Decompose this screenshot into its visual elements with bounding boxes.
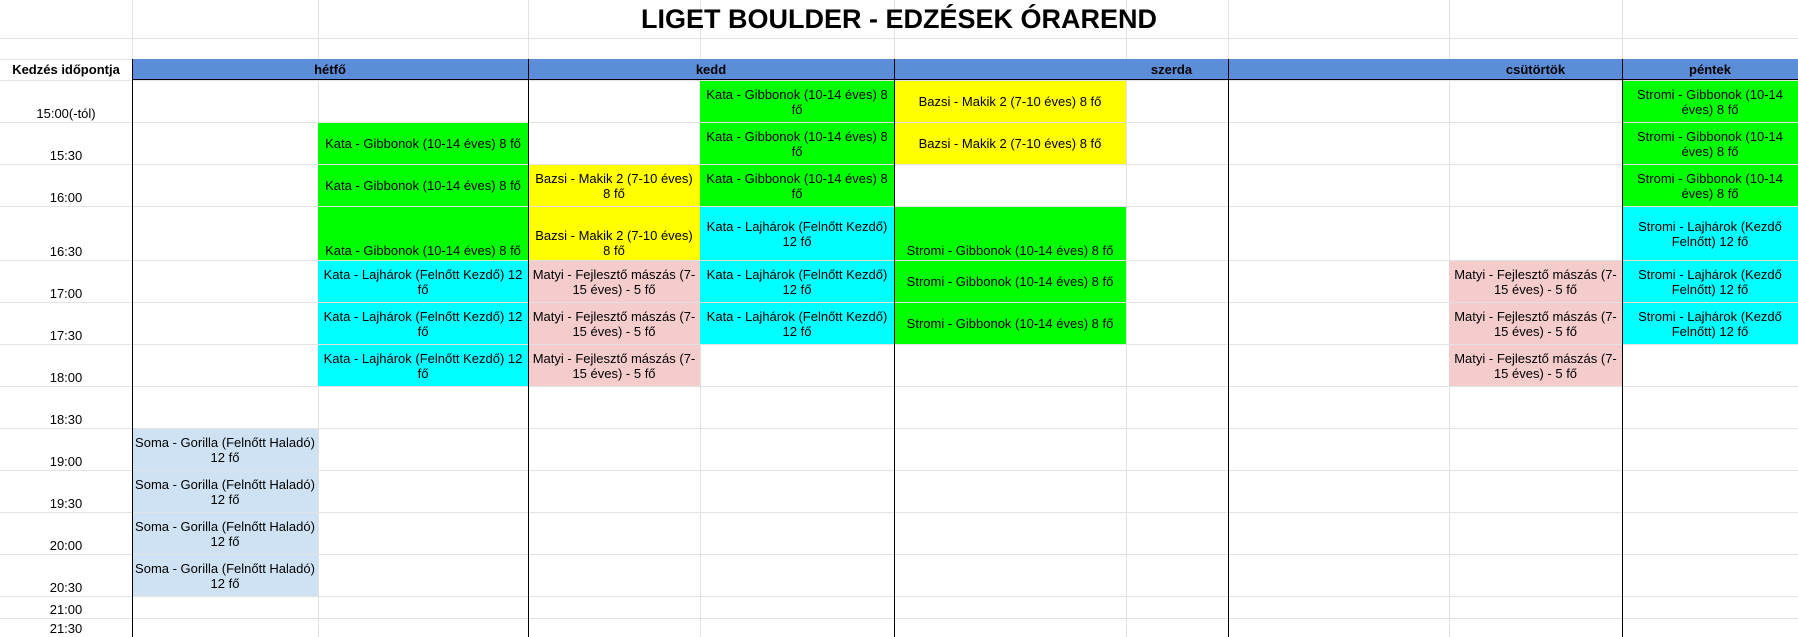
session-cell[interactable]: Soma - Gorilla (Felnőtt Haladó) 12 fő <box>132 429 318 470</box>
session-cell[interactable]: Kata - Lajhárok (Felnőtt Kezdő) 12 fő <box>318 345 528 386</box>
grid-hline <box>0 386 1798 387</box>
day-header-3: csütörtök <box>1449 59 1622 79</box>
time-label: 17:30 <box>49 328 83 343</box>
time-label: 15:00(-tól) <box>36 106 96 121</box>
time-label: 15:30 <box>49 148 83 163</box>
session-cell[interactable]: Kata - Gibbonok (10-14 éves) 8 fő <box>700 165 894 206</box>
session-cell[interactable]: Stromi - Gibbonok (10-14 éves) 8 fő <box>1622 123 1798 164</box>
time-label: 20:30 <box>49 580 83 595</box>
time-label: 18:30 <box>49 412 83 427</box>
session-cell[interactable]: Matyi - Fejlesztő mászás (7-15 éves) - 5… <box>528 303 700 344</box>
time-label: 19:30 <box>49 496 83 511</box>
session-cell[interactable]: Stromi - Gibbonok (10-14 éves) 8 fő <box>1622 165 1798 206</box>
session-cell[interactable]: Kata - Lajhárok (Felnőtt Kezdő) 12 fő <box>700 207 894 260</box>
session-cell[interactable]: Stromi - Lajhárok (Kezdő Felnőtt) 12 fő <box>1622 207 1798 260</box>
time-label: 19:00 <box>49 454 83 469</box>
day-border <box>1622 59 1623 637</box>
session-cell[interactable]: Bazsi - Makik 2 (7-10 éves) 8 fő <box>894 81 1126 122</box>
day-border <box>528 59 529 637</box>
spreadsheet-grid: LIGET BOULDER - EDZÉSEK ÓRAREND Kedzés i… <box>0 0 1798 637</box>
session-cell[interactable]: Stromi - Lajhárok (Kezdő Felnőtt) 12 fő <box>1622 261 1798 302</box>
session-cell[interactable]: Bazsi - Makik 2 (7-10 éves) 8 fő <box>528 207 700 260</box>
day-border <box>132 59 133 637</box>
session-cell[interactable]: Matyi - Fejlesztő mászás (7-15 éves) - 5… <box>1449 303 1622 344</box>
time-label: 21:00 <box>49 602 83 617</box>
grid-hline <box>0 164 1798 165</box>
day-header-0: hétfő <box>132 59 528 79</box>
session-cell[interactable]: Soma - Gorilla (Felnőtt Haladó) 12 fő <box>132 513 318 554</box>
session-cell[interactable]: Kata - Gibbonok (10-14 éves) 8 fő <box>318 123 528 164</box>
day-header-1: kedd <box>528 59 894 79</box>
page-title: LIGET BOULDER - EDZÉSEK ÓRAREND <box>640 3 1158 34</box>
session-cell[interactable]: Stromi - Gibbonok (10-14 éves) 8 fő <box>894 207 1126 260</box>
session-cell[interactable]: Soma - Gorilla (Felnőtt Haladó) 12 fő <box>132 471 318 512</box>
day-border <box>894 59 895 637</box>
time-label: 16:00 <box>49 190 83 205</box>
session-cell[interactable]: Stromi - Gibbonok (10-14 éves) 8 fő <box>894 303 1126 344</box>
grid-hline <box>0 618 1798 619</box>
session-cell[interactable]: Kata - Lajhárok (Felnőtt Kezdő) 12 fő <box>318 261 528 302</box>
session-cell[interactable]: Kata - Lajhárok (Felnőtt Kezdő) 12 fő <box>700 303 894 344</box>
session-cell[interactable]: Kata - Gibbonok (10-14 éves) 8 fő <box>700 81 894 122</box>
time-label: 20:00 <box>49 538 83 553</box>
session-cell[interactable]: Kata - Gibbonok (10-14 éves) 8 fő <box>318 165 528 206</box>
session-cell[interactable]: Bazsi - Makik 2 (7-10 éves) 8 fő <box>894 123 1126 164</box>
time-label: 17:00 <box>49 286 83 301</box>
session-cell[interactable]: Bazsi - Makik 2 (7-10 éves) 8 fő <box>528 165 700 206</box>
session-cell[interactable]: Matyi - Fejlesztő mászás (7-15 éves) - 5… <box>528 261 700 302</box>
session-cell[interactable]: Stromi - Lajhárok (Kezdő Felnőtt) 12 fő <box>1622 303 1798 344</box>
session-cell[interactable]: Kata - Lajhárok (Felnőtt Kezdő) 12 fő <box>318 303 528 344</box>
session-cell[interactable]: Kata - Gibbonok (10-14 éves) 8 fő <box>318 207 528 260</box>
header-border <box>132 79 1798 80</box>
time-column-header: Kedzés időpontja <box>12 62 120 77</box>
grid-hline <box>0 596 1798 597</box>
time-label: 16:30 <box>49 244 83 259</box>
day-header-2: szerda <box>894 59 1449 79</box>
session-cell[interactable]: Matyi - Fejlesztő mászás (7-15 éves) - 5… <box>1449 261 1622 302</box>
time-label: 18:00 <box>49 370 83 385</box>
session-cell[interactable]: Matyi - Fejlesztő mászás (7-15 éves) - 5… <box>1449 345 1622 386</box>
session-cell[interactable]: Kata - Gibbonok (10-14 éves) 8 fő <box>700 123 894 164</box>
day-border <box>1228 59 1229 637</box>
day-header-4: péntek <box>1622 59 1798 79</box>
session-cell[interactable]: Kata - Lajhárok (Felnőtt Kezdő) 12 fő <box>700 261 894 302</box>
session-cell[interactable]: Soma - Gorilla (Felnőtt Haladó) 12 fő <box>132 555 318 596</box>
grid-vline <box>1126 0 1127 637</box>
grid-hline <box>0 38 1798 39</box>
time-label: 21:30 <box>49 621 83 636</box>
session-cell[interactable]: Stromi - Gibbonok (10-14 éves) 8 fő <box>1622 81 1798 122</box>
session-cell[interactable]: Stromi - Gibbonok (10-14 éves) 8 fő <box>894 261 1126 302</box>
session-cell[interactable]: Matyi - Fejlesztő mászás (7-15 éves) - 5… <box>528 345 700 386</box>
